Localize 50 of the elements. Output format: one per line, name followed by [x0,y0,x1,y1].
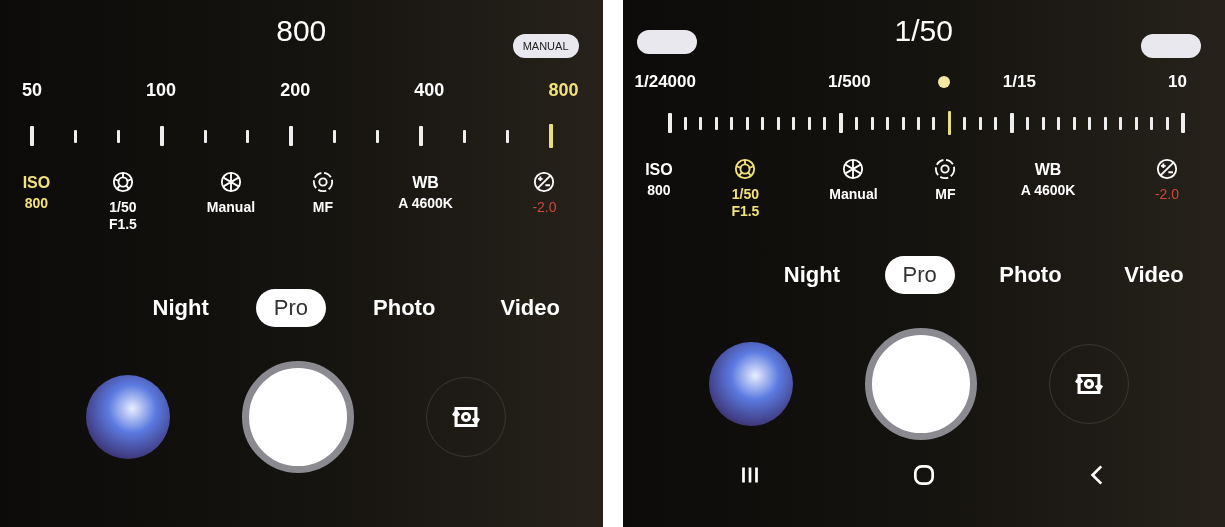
aperture-icon[interactable] [734,158,757,180]
mode-tab[interactable]: Video [482,289,578,327]
scale-label: 100 [146,80,177,101]
focus-target-icon[interactable] [311,171,334,193]
mode-pill[interactable] [1141,34,1201,58]
mode-tab[interactable]: Video [1106,256,1202,294]
setting-label[interactable]: WB [412,171,439,195]
setting-value: Manual [829,186,878,203]
setting-label[interactable]: ISO [22,171,51,195]
scale-label: 10 [1168,72,1187,92]
mode-tab[interactable]: Photo [981,256,1080,294]
scale-label: 50 [22,80,43,101]
scale-label: 1/24000 [634,72,696,92]
scale-label: 800 [548,80,579,101]
mode-tab[interactable]: Night [134,289,227,327]
position-dot-icon [938,76,951,88]
focus-target-icon[interactable] [934,158,957,180]
setting-value: MF [935,186,956,203]
wheel-icon[interactable] [220,171,242,193]
setting-value: A 4600K [1020,182,1076,199]
setting-value: F1.5 [731,203,760,220]
scale-label: 1/15 [1002,72,1036,92]
setting-value: MF [312,199,333,216]
setting-value: Manual [206,199,256,216]
setting-value-title: 800 [276,14,327,48]
setting-value: -2.0 [1154,186,1179,203]
scale-label: 1/500 [828,72,871,92]
setting-value: F1.5 [108,216,137,233]
dial-scale[interactable] [30,123,553,149]
setting-label[interactable]: ISO [645,158,673,182]
setting-value: 800 [647,182,671,199]
setting-value: 1/50 [731,186,759,203]
dial-scale[interactable] [667,110,1185,136]
setting-value: 1/50 [109,199,137,216]
setting-value: -2.0 [532,199,557,216]
exposure-icon[interactable] [533,171,556,193]
setting-value: A 4600K [398,195,453,212]
setting-label[interactable]: WB [1034,158,1062,182]
mode-tab[interactable]: Pro [884,256,955,294]
setting-value: 800 [24,195,49,212]
mode-tab[interactable]: Photo [355,289,454,327]
mode-pill[interactable] [636,30,697,54]
exposure-icon[interactable] [1155,158,1178,180]
mode-tab[interactable]: Night [765,256,858,294]
setting-value-title: 1/50 [894,14,953,48]
mode-tab[interactable]: Pro [255,289,326,327]
mode-pill[interactable]: MANUAL [512,34,579,58]
scale-label: 200 [280,80,311,101]
scale-label: 400 [414,80,445,101]
wheel-icon[interactable] [842,158,865,180]
